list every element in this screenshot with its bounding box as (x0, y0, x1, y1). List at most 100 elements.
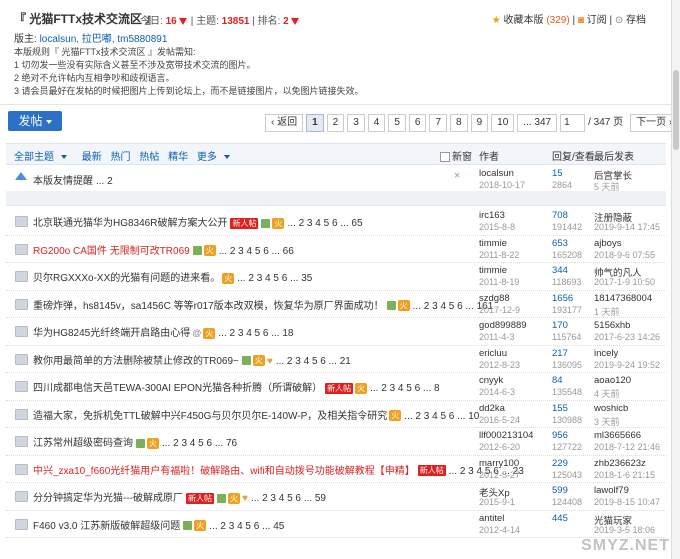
page-links[interactable]: ... 2 3 4 5 6 ... 59 (251, 493, 326, 504)
author-link[interactable]: cnyyk (479, 375, 503, 386)
star-icon: ★ (491, 15, 501, 26)
last-poster[interactable]: 18147368004 (594, 293, 652, 304)
thread-title[interactable]: 中兴_zxa10_f660光纤猫用户有福啦！破解路由、wifi和自动拨号功能破解… (33, 466, 415, 477)
last-poster[interactable]: aoao120 (594, 375, 631, 386)
thread-icon (15, 491, 28, 502)
last-poster[interactable]: ml3665666 (594, 430, 641, 441)
page-10[interactable]: 10 (491, 114, 515, 132)
thread-title[interactable]: 教你用最简单的方法删除被禁止修改的TR069~ (33, 356, 239, 367)
archive-link[interactable]: 存档 (626, 15, 646, 26)
thread-title[interactable]: 北京联通光猫华为HG8346R破解方案大公开 (33, 218, 227, 229)
page-links[interactable]: ... 2 3 4 5 6 ... 35 (237, 273, 312, 284)
page-6[interactable]: 6 (408, 114, 427, 132)
author-link[interactable]: god899889 (479, 320, 527, 331)
page-7[interactable]: 7 (429, 114, 448, 132)
tab-latest[interactable]: 最新 (82, 152, 102, 163)
last-post-time: 4 天前 (594, 389, 620, 399)
table-row[interactable]: 分分钟搞定华为光猫---破解成原厂 新人帖 火 ♥... 2 3 4 5 6 ... … (6, 483, 666, 511)
table-row[interactable]: 四川成都电信天邑TEWA-300AI EPON光猫各种折腾（所谓破解） 新人帖火.… (6, 373, 666, 401)
tab-more[interactable]: 更多 (197, 152, 236, 163)
thread-title[interactable]: 华为HG8245光纤终端开启路由心得 (33, 328, 190, 339)
page-links[interactable]: ... 2 3 4 5 6 ... 18 (218, 328, 293, 339)
author-link[interactable]: szdg88 (479, 293, 510, 304)
author-link[interactable]: ericluu (479, 348, 507, 359)
last-poster[interactable]: zhb236623z (594, 458, 646, 469)
last-poster[interactable]: woshicb (594, 403, 628, 414)
pinned-row[interactable]: 本版友情提醒... 2 × localsun 2018-10-17 15 286… (6, 166, 666, 192)
page-links[interactable]: ... 2 3 4 5 6 ... 8 (370, 383, 440, 394)
tab-hot[interactable]: 热门 (111, 152, 131, 163)
thread-title[interactable]: 本版友情提醒 (33, 176, 93, 187)
author-link[interactable]: timmie (479, 238, 507, 249)
reply-count: 653 (552, 237, 568, 249)
thread-title[interactable]: 江苏常州超级密码查询 (33, 438, 133, 449)
moderator-links[interactable]: localsun, 拉巴嘟, tm5880891 (40, 34, 168, 45)
thread-title[interactable]: RG200o CA国件 无限制可改TR069 (33, 246, 190, 257)
reply-count: 217 (552, 347, 568, 359)
view-count: 130988 (552, 414, 583, 425)
page-5[interactable]: 5 (388, 114, 406, 132)
thread-title[interactable]: 贝尔RGXXXo-XX的光猫有问题的进来看。 (33, 273, 220, 284)
table-row[interactable]: 贝尔RGXXXo-XX的光猫有问题的进来看。火... 2 3 4 5 6 ...… (6, 263, 666, 291)
table-row[interactable]: 江苏常州超级密码查询 火... 2 3 4 5 6 ... 76 llf000213… (6, 428, 666, 456)
author-link[interactable]: timmie (479, 265, 507, 276)
last-poster[interactable]: ajboys (594, 238, 621, 249)
page-4[interactable]: 4 (367, 114, 386, 132)
table-row[interactable]: RG200o CA国件 无限制可改TR069 火... 2 3 4 5 6 ...… (6, 236, 666, 263)
tab-hot-threads[interactable]: 热帖 (139, 152, 159, 163)
page-2[interactable]: 2 (326, 114, 345, 132)
reply-count: 229 (552, 457, 568, 469)
page-links[interactable]: ... 2 3 4 5 6 ... 21 (276, 356, 351, 367)
page-links[interactable]: ... 2 3 4 5 6 ... 76 (162, 438, 237, 449)
moderators: 版主: localsun, 拉巴嘟, tm5880891 (14, 34, 168, 45)
page-8[interactable]: 8 (450, 114, 468, 132)
arrow-down-icon (290, 17, 299, 25)
table-row[interactable]: 华为HG8245光纤终端开启路由心得 @ 火... 2 3 4 5 6 ... 18… (6, 318, 666, 346)
rss-icon: ◙ (577, 15, 584, 26)
close-icon[interactable]: × (454, 170, 460, 182)
page-jump-input[interactable]: 1 (560, 114, 586, 132)
scrollbar[interactable] (671, 0, 680, 559)
page-links[interactable]: ... 2 3 4 5 6 ... 45 (209, 521, 284, 532)
thread-title[interactable]: 重磅炸弹，hs8145v，sa1456C 等等r017版本改双模，恢复华为原厂界… (33, 301, 384, 312)
table-row[interactable]: F460 v3.0 江苏新版破解超级问题 火... 2 3 4 5 6 ... 4… (6, 511, 666, 538)
table-row[interactable]: 中兴_zxa10_f660光纤猫用户有福啦！破解路由、wifi和自动拨号功能破解… (6, 456, 666, 483)
back-button[interactable]: ‹ 返回 (265, 114, 304, 132)
view-count: 118693 (552, 277, 582, 287)
thread-title[interactable]: 四川成都电信天邑TEWA-300AI EPON光猫各种折腾（所谓破解） (33, 383, 322, 394)
new-window-toggle[interactable]: 新窗 (440, 148, 472, 163)
table-row[interactable]: 教你用最简单的方法删除被禁止修改的TR069~ 火 ♥... 2 3 4 5 6 .… (6, 346, 666, 373)
thread-title[interactable]: F460 v3.0 江苏新版破解超级问题 (33, 521, 180, 532)
view-count: 136095 (552, 359, 583, 370)
page-1[interactable]: 1 (306, 114, 324, 132)
table-row[interactable]: 北京联通光猫华为HG8346R破解方案大公开 新人帖 火... 2 3 4 5 6 … (6, 208, 666, 236)
author-link[interactable]: marry100 (479, 458, 519, 469)
page-9[interactable]: 9 (470, 114, 489, 132)
table-row[interactable]: 重磅炸弹，hs8145v，sa1456C 等等r017版本改双模，恢复华为原厂界… (6, 291, 666, 318)
author-link[interactable]: irc163 (479, 210, 505, 221)
thread-title[interactable]: 分分钟搞定华为光猫---破解成原厂 (33, 493, 183, 504)
page-links[interactable]: ... 2 3 4 5 6 ... 65 (287, 218, 362, 229)
author-link[interactable]: dd2ka (479, 403, 505, 414)
tab-digest[interactable]: 精华 (168, 152, 188, 163)
author-date: 2011-8-22 (479, 249, 520, 260)
checkbox[interactable] (440, 152, 450, 163)
page-links[interactable]: ... 2 3 4 5 6 ... 10 (404, 411, 479, 422)
last-poster[interactable]: lawolf79 (594, 485, 629, 496)
page-links[interactable]: ... 2 3 4 5 6 ... 66 (219, 246, 294, 257)
scrollbar-thumb[interactable] (673, 70, 679, 150)
new-post-button[interactable]: 发帖 (8, 111, 62, 131)
last-poster[interactable]: incely (594, 348, 618, 359)
favorite-link[interactable]: 收藏本版 (329) (504, 15, 570, 26)
last-poster[interactable]: 5156xhb (594, 320, 630, 331)
subscribe-link[interactable]: 订阅 (587, 15, 607, 26)
tab-all[interactable]: 全部主题 (14, 152, 73, 163)
author-link[interactable]: antitel (479, 513, 504, 524)
table-row[interactable]: 造福大家，免拆机免TTL破解中兴F450G与贝尔贝尔E-140W-P，及相关指令… (6, 401, 666, 428)
author-link[interactable]: llf000213104 (479, 430, 533, 441)
hot-icon: 火 (272, 217, 285, 229)
thread-title[interactable]: 造福大家，免拆机免TTL破解中兴F450G与贝尔贝尔E-140W-P，及相关指令… (33, 411, 387, 422)
page-last[interactable]: ... 347 (517, 114, 558, 132)
reply-count: 708 (552, 210, 568, 221)
page-3[interactable]: 3 (347, 114, 365, 132)
